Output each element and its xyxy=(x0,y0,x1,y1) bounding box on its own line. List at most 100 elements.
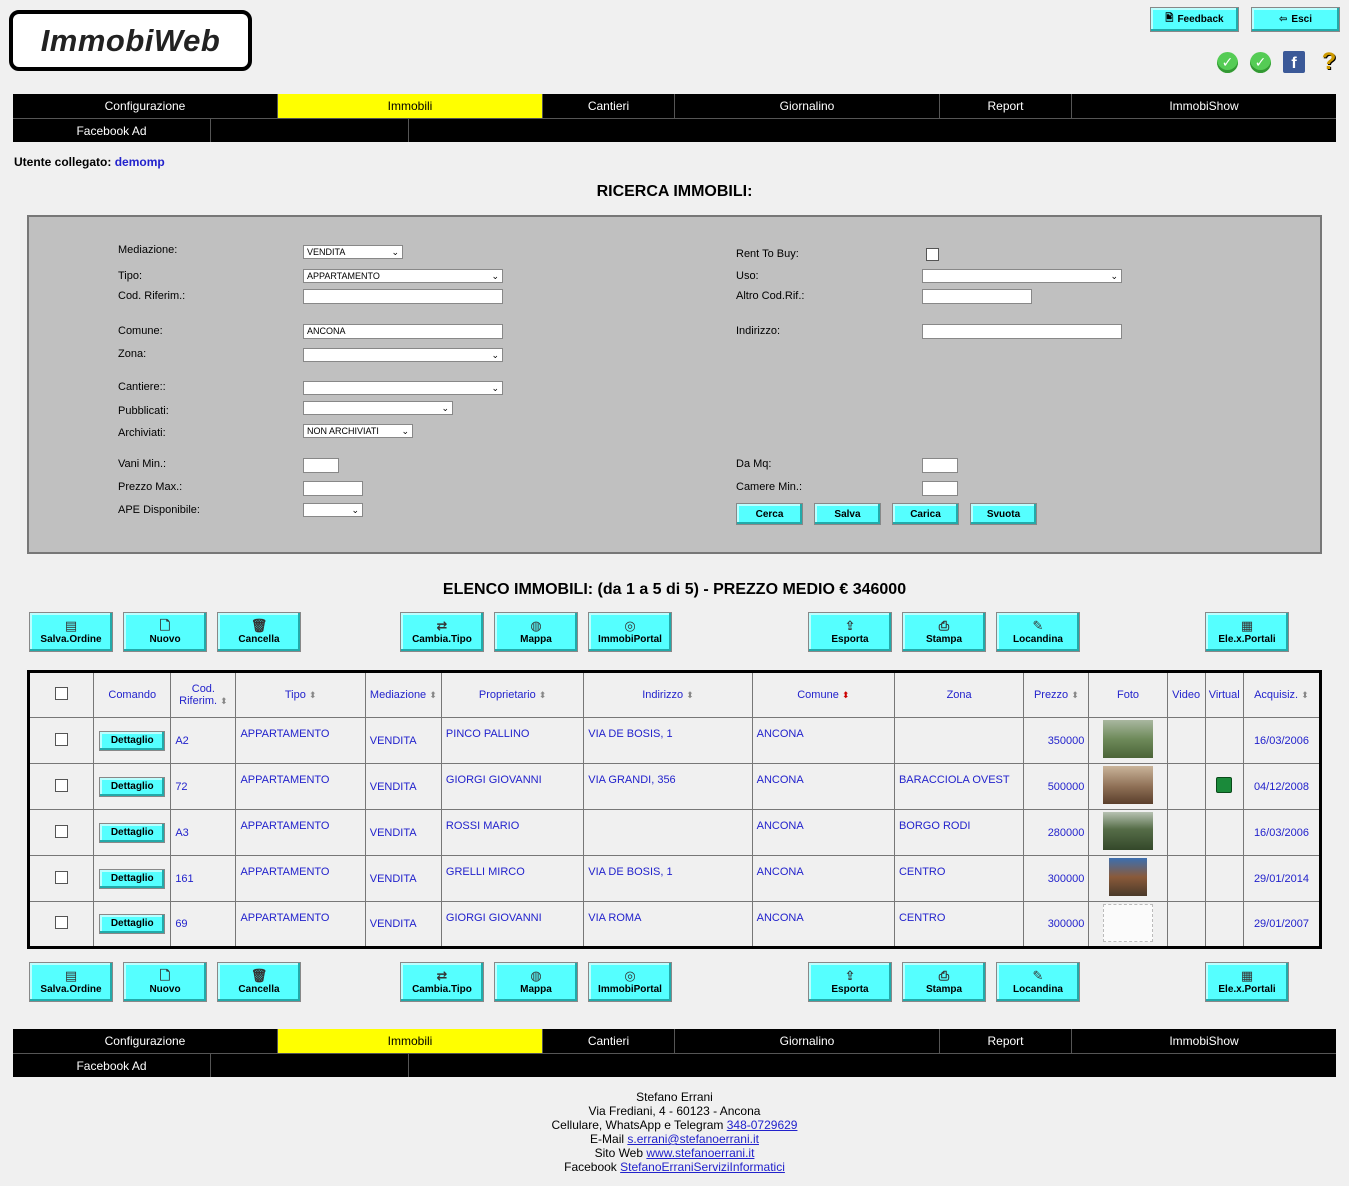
sort-icon[interactable]: ⬍ xyxy=(1301,690,1309,700)
row-acquisiz[interactable]: 16/03/2006 xyxy=(1242,717,1322,764)
row-mediazione[interactable]: VENDITA xyxy=(364,901,442,948)
row-mediazione[interactable]: VENDITA xyxy=(364,809,442,856)
salva-ordine-button[interactable]: ▤ Salva.Ordine xyxy=(29,612,113,652)
zona-select[interactable]: ⌄ xyxy=(303,348,503,362)
row-foto[interactable] xyxy=(1088,901,1168,948)
esporta-button[interactable]: ⇪ Esporta xyxy=(808,962,892,1002)
nav-giornalino[interactable]: Giornalino xyxy=(675,94,940,118)
indirizzo-input[interactable] xyxy=(922,324,1122,339)
footer-web-link[interactable]: www.stefanoerrani.it xyxy=(646,1146,754,1160)
dettaglio-button[interactable]: Dettaglio xyxy=(99,730,166,751)
row-proprietario[interactable]: PINCO PALLINO xyxy=(440,717,585,764)
tipo-select[interactable]: APPARTAMENTO ⌄ xyxy=(303,269,503,283)
row-zona[interactable]: CENTRO xyxy=(893,855,1025,902)
property-photo-thumbnail[interactable] xyxy=(1102,720,1153,758)
row-checkbox[interactable] xyxy=(55,824,69,838)
row-cod[interactable]: 161 xyxy=(170,855,237,902)
uso-select[interactable]: ⌄ xyxy=(922,269,1122,283)
altro-cod-input[interactable] xyxy=(922,289,1032,304)
row-foto[interactable] xyxy=(1088,855,1168,902)
row-proprietario[interactable]: GRELLI MIRCO xyxy=(440,855,585,902)
facebook-icon[interactable]: f xyxy=(1283,51,1305,73)
dettaglio-button[interactable]: Dettaglio xyxy=(99,868,166,889)
esporta-button[interactable]: ⇪ Esporta xyxy=(808,612,892,652)
select-all-header[interactable] xyxy=(27,671,95,718)
locandina-button[interactable]: ✎ Locandina xyxy=(996,962,1080,1002)
row-prezzo[interactable]: 350000 xyxy=(1023,717,1090,764)
row-tipo[interactable]: APPARTAMENTO xyxy=(235,809,366,856)
row-indirizzo[interactable]: VIA GRANDI, 356 xyxy=(583,763,753,810)
nav-immobili[interactable]: Immobili xyxy=(278,1029,543,1053)
virtual-tour-icon[interactable] xyxy=(1216,777,1233,793)
nav-report[interactable]: Report xyxy=(940,1029,1072,1053)
footer-email-link[interactable]: s.errani@stefanoerrani.it xyxy=(627,1132,759,1146)
col-acquisiz[interactable]: Acquisiz. ⬍ xyxy=(1242,671,1322,718)
row-proprietario[interactable]: GIORGI GIOVANNI xyxy=(440,763,585,810)
logout-button[interactable]: ⇦ Esci xyxy=(1251,7,1340,32)
property-photo-thumbnail[interactable] xyxy=(1102,766,1153,804)
ape-select[interactable]: ⌄ xyxy=(303,503,363,517)
sort-icon[interactable]: ⬍ xyxy=(429,690,437,700)
cantiere-select[interactable]: ⌄ xyxy=(303,381,503,395)
ele-portali-button[interactable]: ▦ Ele.x.Portali xyxy=(1205,962,1289,1002)
comune-input[interactable]: ANCONA xyxy=(303,324,503,339)
floor-plan-thumbnail[interactable] xyxy=(1102,903,1153,942)
cancella-button[interactable]: 🗑 Cancella xyxy=(217,962,301,1002)
sort-active-icon[interactable]: ⬍ xyxy=(842,690,850,700)
nav-cantieri[interactable]: Cantieri xyxy=(543,1029,675,1053)
dettaglio-button[interactable]: Dettaglio xyxy=(99,914,166,934)
row-mediazione[interactable]: VENDITA xyxy=(364,763,442,810)
logged-user-name[interactable]: demomp xyxy=(115,155,165,169)
nav-report[interactable]: Report xyxy=(940,94,1072,118)
check-ok-icon[interactable]: ✓ xyxy=(1217,51,1238,73)
help-icon[interactable]: ? xyxy=(1317,50,1341,74)
row-foto[interactable] xyxy=(1088,717,1168,764)
nuovo-button[interactable]: 🗋 Nuovo xyxy=(123,612,207,652)
row-tipo[interactable]: APPARTAMENTO xyxy=(235,717,366,764)
cambia-tipo-button[interactable]: ⇄ Cambia.Tipo xyxy=(400,962,484,1002)
cancella-button[interactable]: 🗑 Cancella xyxy=(217,612,301,652)
stampa-button[interactable]: ⎙ Stampa xyxy=(902,612,986,652)
row-comune[interactable]: ANCONA xyxy=(751,809,895,856)
feedback-button[interactable]: 🖹 Feedback xyxy=(1150,7,1239,32)
row-zona[interactable]: CENTRO xyxy=(893,901,1025,948)
row-comune[interactable]: ANCONA xyxy=(751,855,895,902)
row-comune[interactable]: ANCONA xyxy=(751,763,895,810)
col-prezzo[interactable]: Prezzo ⬍ xyxy=(1023,671,1090,718)
sort-icon[interactable]: ⬍ xyxy=(1071,690,1079,700)
row-acquisiz[interactable]: 16/03/2006 xyxy=(1242,809,1322,856)
property-photo-thumbnail[interactable] xyxy=(1108,858,1147,896)
row-mediazione[interactable]: VENDITA xyxy=(364,855,442,902)
row-prezzo[interactable]: 300000 xyxy=(1023,855,1090,902)
row-comune[interactable]: ANCONA xyxy=(751,901,895,948)
row-acquisiz[interactable]: 04/12/2008 xyxy=(1242,763,1322,810)
col-indirizzo[interactable]: Indirizzo ⬍ xyxy=(583,671,753,718)
locandina-button[interactable]: ✎ Locandina xyxy=(996,612,1080,652)
row-indirizzo[interactable]: VIA DE BOSIS, 1 xyxy=(583,717,753,764)
row-prezzo[interactable]: 300000 xyxy=(1023,901,1090,948)
row-prezzo[interactable]: 500000 xyxy=(1023,763,1090,810)
col-tipo[interactable]: Tipo ⬍ xyxy=(235,671,366,718)
col-comune[interactable]: Comune ⬍ xyxy=(751,671,895,718)
sort-icon[interactable]: ⬍ xyxy=(539,690,547,700)
salva-button[interactable]: Salva xyxy=(814,503,881,525)
immobiportal-button[interactable]: ◎ ImmobiPortal xyxy=(588,612,672,652)
dettaglio-button[interactable]: Dettaglio xyxy=(99,822,166,843)
row-cod[interactable]: 69 xyxy=(170,901,237,948)
row-checkbox[interactable] xyxy=(55,870,69,884)
dettaglio-button[interactable]: Dettaglio xyxy=(99,776,166,797)
row-zona[interactable] xyxy=(893,717,1025,764)
row-proprietario[interactable]: ROSSI MARIO xyxy=(440,809,585,856)
row-indirizzo[interactable]: VIA ROMA xyxy=(583,901,753,948)
row-foto[interactable] xyxy=(1088,763,1168,810)
cambia-tipo-button[interactable]: ⇄ Cambia.Tipo xyxy=(400,612,484,652)
row-checkbox[interactable] xyxy=(55,916,69,929)
col-zona[interactable]: Zona xyxy=(893,671,1025,718)
row-acquisiz[interactable]: 29/01/2007 xyxy=(1242,901,1322,948)
camere-min-input[interactable] xyxy=(922,481,958,496)
stampa-button[interactable]: ⎙ Stampa xyxy=(902,962,986,1002)
row-checkbox[interactable] xyxy=(55,778,69,792)
nav-facebook-ad[interactable]: Facebook Ad xyxy=(13,119,211,142)
immobiportal-button[interactable]: ◎ ImmobiPortal xyxy=(588,962,672,1002)
row-mediazione[interactable]: VENDITA xyxy=(364,717,442,764)
